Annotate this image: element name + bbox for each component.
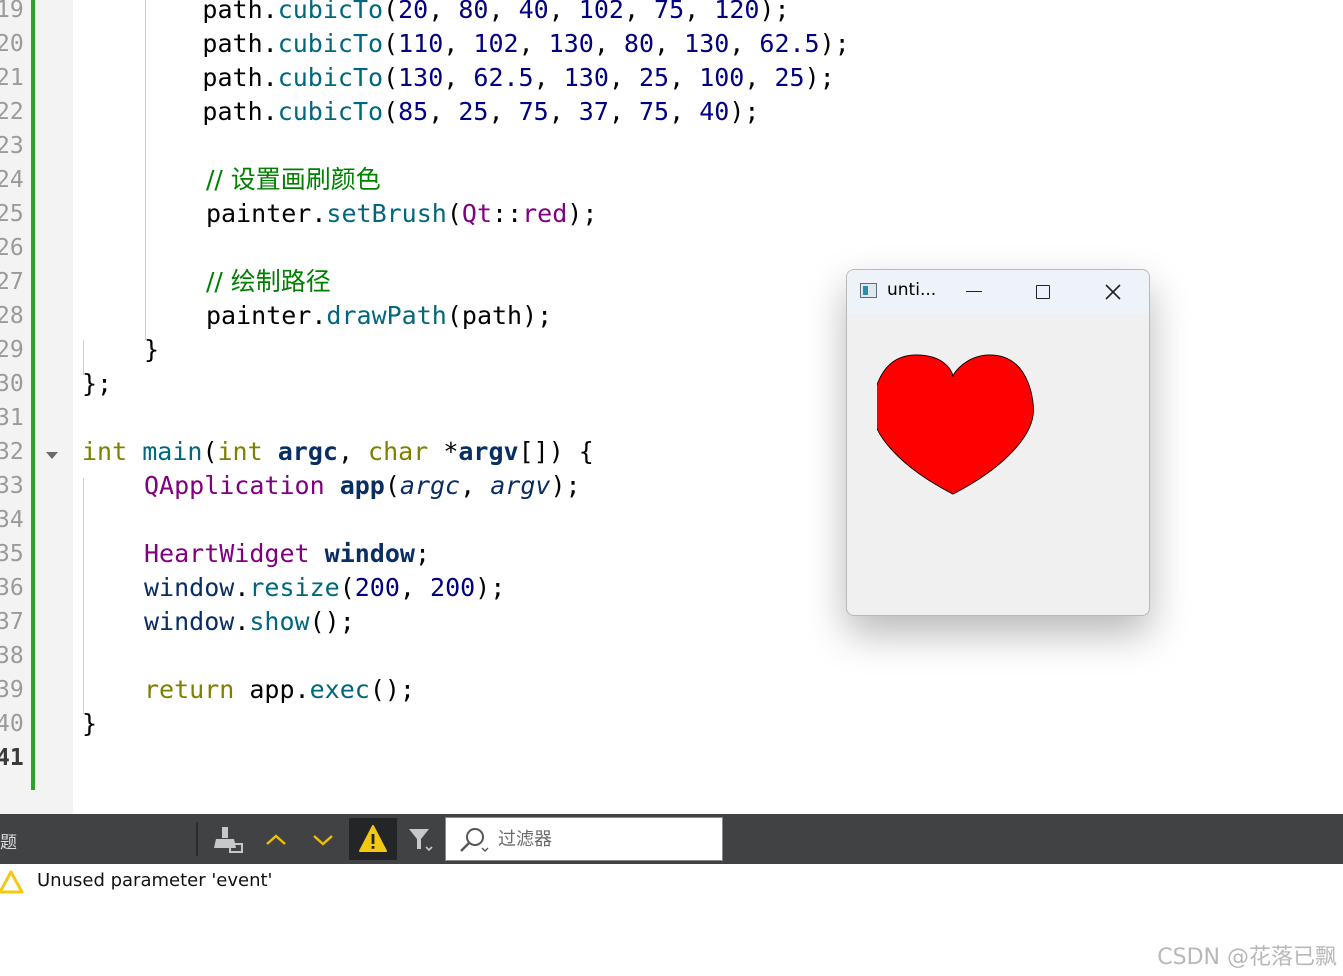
line-number-gutter: 19 20 21 22 23 24 25 26 27 28 29 30 31 3… bbox=[0, 0, 73, 814]
code-line-32: int main(int argc, char *argv[]) { bbox=[82, 437, 594, 466]
change-indicator-bar bbox=[31, 0, 35, 790]
code-line-30: }; bbox=[82, 369, 113, 398]
code-line-20: path.cubicTo(110, 102, 130, 80, 130, 62.… bbox=[202, 29, 850, 58]
clean-button[interactable] bbox=[208, 818, 250, 860]
filter-field[interactable] bbox=[445, 817, 723, 861]
code-line-39: return app.exec(); bbox=[144, 675, 415, 704]
code-line-33: QApplication app(argc, argv); bbox=[144, 471, 581, 500]
warning-icon bbox=[359, 825, 387, 852]
code-line-21: path.cubicTo(130, 62.5, 130, 25, 100, 25… bbox=[202, 63, 835, 92]
issues-toolbar: 题 bbox=[0, 814, 1343, 864]
code-line-19: path.cubicTo(20, 80, 40, 102, 75, 120); bbox=[202, 0, 790, 24]
code-line-22: path.cubicTo(85, 25, 75, 37, 75, 40); bbox=[202, 97, 760, 126]
close-icon bbox=[1105, 284, 1121, 300]
toolbar-divider bbox=[196, 822, 198, 856]
line-number: 36 bbox=[0, 575, 24, 601]
line-number: 22 bbox=[0, 99, 24, 125]
broom-icon bbox=[214, 827, 243, 853]
line-number: 27 bbox=[0, 269, 24, 295]
app-icon bbox=[860, 283, 877, 298]
line-number: 35 bbox=[0, 541, 24, 567]
issue-message: Unused parameter 'event' bbox=[37, 870, 273, 891]
heart-shape bbox=[877, 354, 1034, 495]
close-button[interactable] bbox=[1093, 280, 1133, 304]
chevron-up-icon bbox=[266, 834, 286, 845]
filter-button[interactable] bbox=[400, 818, 442, 860]
line-number: 39 bbox=[0, 677, 24, 703]
indent-guide bbox=[83, 478, 84, 714]
code-line-36: window.resize(200, 200); bbox=[144, 573, 506, 602]
previous-item-button[interactable] bbox=[256, 818, 298, 860]
line-number: 33 bbox=[0, 473, 24, 499]
line-number: 29 bbox=[0, 337, 24, 363]
window-title: unti... bbox=[887, 280, 937, 300]
line-number: 38 bbox=[0, 643, 24, 669]
chevron-down-icon bbox=[313, 835, 333, 846]
line-number: 40 bbox=[0, 711, 24, 737]
line-number: 37 bbox=[0, 609, 24, 635]
code-comment-24: // 设置画刷颜色 bbox=[206, 165, 381, 194]
filter-input[interactable] bbox=[498, 818, 718, 860]
watermark-text: CSDN @花落已飘 bbox=[1157, 945, 1337, 970]
line-number: 23 bbox=[0, 133, 24, 159]
code-comment-27: // 绘制路径 bbox=[206, 267, 331, 296]
warning-icon bbox=[0, 870, 24, 894]
heart-widget-window[interactable]: unti... bbox=[846, 269, 1150, 616]
line-number: 21 bbox=[0, 65, 24, 91]
line-number: 26 bbox=[0, 235, 24, 261]
filter-icon bbox=[409, 829, 433, 852]
minimize-button[interactable] bbox=[953, 280, 993, 304]
code-line-28: painter.drawPath(path); bbox=[206, 301, 553, 330]
fold-marker-icon[interactable] bbox=[46, 452, 58, 459]
line-number: 25 bbox=[0, 201, 24, 227]
window-titlebar[interactable]: unti... bbox=[847, 270, 1149, 314]
line-number: 30 bbox=[0, 371, 24, 397]
show-warnings-toggle[interactable] bbox=[349, 818, 397, 860]
maximize-button[interactable] bbox=[1023, 280, 1063, 304]
code-line-37: window.show(); bbox=[144, 607, 355, 636]
line-number: 31 bbox=[0, 405, 24, 431]
code-line-25: painter.setBrush(Qt::red); bbox=[206, 199, 598, 228]
list-item[interactable]: Unused parameter 'event' bbox=[0, 866, 1343, 898]
line-number: 20 bbox=[0, 31, 24, 57]
line-number: 32 bbox=[0, 439, 24, 465]
code-line-29: } bbox=[144, 335, 160, 364]
line-number: 24 bbox=[0, 167, 24, 193]
panel-title: 题 bbox=[0, 833, 17, 853]
line-number: 19 bbox=[0, 0, 24, 23]
code-line-40: } bbox=[82, 709, 98, 738]
code-line-35: HeartWidget window; bbox=[144, 539, 431, 568]
line-number: 28 bbox=[0, 303, 24, 329]
search-icon bbox=[460, 828, 489, 852]
current-line-number: 41 bbox=[0, 745, 24, 771]
next-item-button[interactable] bbox=[303, 818, 345, 860]
line-number: 34 bbox=[0, 507, 24, 533]
